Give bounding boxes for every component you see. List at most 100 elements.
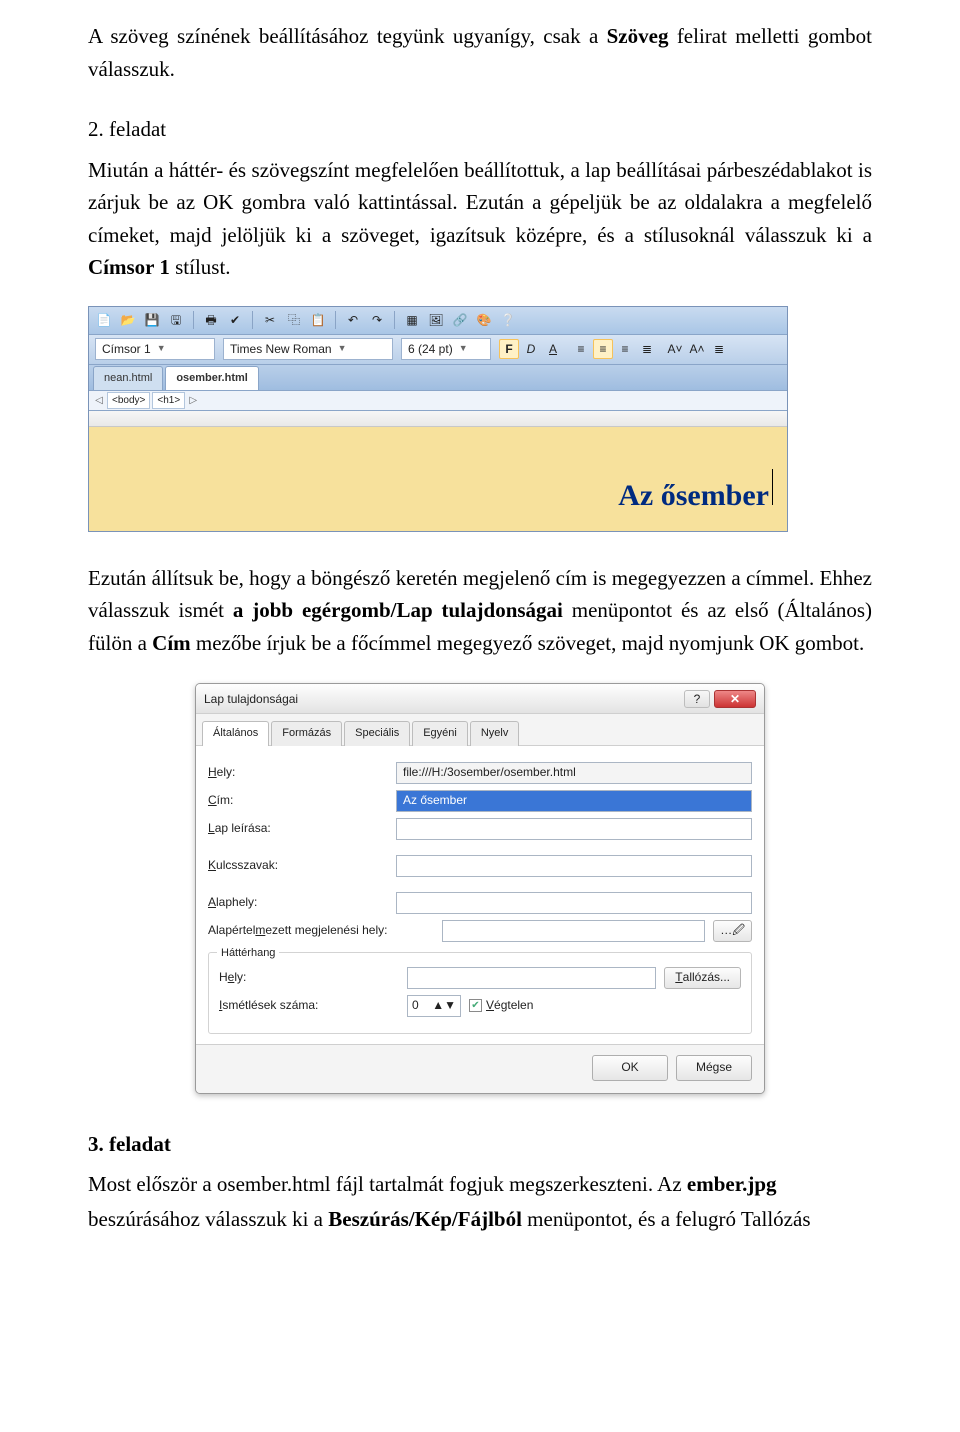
toolbar-separator: [335, 311, 336, 329]
tab-nean[interactable]: nean.html: [93, 366, 163, 390]
new-doc-icon[interactable]: 📄: [95, 311, 113, 329]
label-alapmegjelenesi: Alapértelmezett megjelenési hely:: [208, 921, 434, 940]
field-cim[interactable]: Az ősember: [396, 790, 752, 812]
label-kulcsszavak: Kulcsszavak:: [208, 856, 388, 875]
label-cim: Cím:: [208, 791, 388, 810]
bold-button[interactable]: F: [499, 339, 519, 359]
align-center-button[interactable]: ≡: [593, 339, 613, 359]
print-icon[interactable]: 🖶: [202, 311, 220, 329]
ok-button[interactable]: OK: [592, 1055, 668, 1081]
paragraph-1: A szöveg színének beállításához tegyünk …: [88, 20, 872, 85]
tab-osember[interactable]: osember.html: [165, 366, 259, 390]
label-hely2: Hely:: [219, 968, 399, 987]
align-right-button[interactable]: ≡: [615, 339, 635, 359]
style-value: Címsor 1: [102, 340, 151, 359]
help-sysbutton[interactable]: ?: [684, 690, 710, 708]
p2-end: stílust.: [170, 255, 231, 279]
tab-specialis[interactable]: Speciális: [344, 721, 410, 745]
dialog-title: Lap tulajdonságai: [204, 690, 680, 709]
format-button-group: F D A: [499, 339, 563, 359]
figure-editor-screenshot: 📄 📂 💾 🖫 🖶 ✔ ✂ ⿻ 📋 ↶ ↷ ▦ 🖼 🔗 🎨 ❔ Címsor 1…: [88, 306, 788, 532]
p5-end: menüpontot, és a felugró Tallózás: [522, 1207, 811, 1231]
crumb-right-arrow-icon[interactable]: ▷: [187, 393, 199, 409]
cancel-button[interactable]: Mégse: [676, 1055, 752, 1081]
paste-icon[interactable]: 📋: [309, 311, 327, 329]
cut-icon[interactable]: ✂: [261, 311, 279, 329]
image-icon[interactable]: 🖼: [427, 311, 445, 329]
toolbar-row-2: Címsor 1 ▼ Times New Roman ▼ 6 (24 pt)▼ F …: [89, 335, 787, 365]
font-grow-button[interactable]: A˄: [687, 339, 707, 359]
dialog-button-bar: OK Mégse: [196, 1044, 764, 1093]
open-icon[interactable]: 📂: [119, 311, 137, 329]
p2-text: Miután a háttér- és szövegszínt megfelel…: [88, 158, 872, 247]
color-icon[interactable]: 🎨: [475, 311, 493, 329]
copy-icon[interactable]: ⿻: [285, 311, 303, 329]
p1-bold: Szöveg: [607, 24, 669, 48]
field-alaphely[interactable]: [396, 892, 752, 914]
document-heading: Az ősember: [618, 473, 769, 520]
misc-button-group: A˅ A˄ ≣: [665, 339, 729, 359]
spinner-ismetlesek[interactable]: 0 ▲▼: [407, 995, 461, 1017]
align-button-group: ≡ ≡ ≡ ≣: [571, 339, 657, 359]
browse-field-button[interactable]: …🖉: [713, 920, 752, 942]
field-alapmegjelenesi[interactable]: [442, 920, 705, 942]
breadcrumb: ◁ <body> <h1> ▷: [89, 391, 787, 411]
editor-canvas[interactable]: Az ősember: [89, 411, 787, 531]
toolbar-separator: [394, 311, 395, 329]
tab-egyeni[interactable]: Egyéni: [412, 721, 468, 745]
spinner-value: 0: [412, 996, 419, 1015]
list-button[interactable]: ≣: [709, 339, 729, 359]
p3-end: mezőbe írjuk be a főcímmel megegyező szö…: [191, 631, 865, 655]
help-icon[interactable]: ❔: [499, 311, 517, 329]
p5-bold: Beszúrás/Kép/Fájlból: [328, 1207, 522, 1231]
fontsize-dropdown[interactable]: 6 (24 pt)▼: [401, 338, 491, 360]
checkbox-vegtelen[interactable]: ✔ Végtelen: [469, 996, 533, 1015]
document-tabs: nean.html osember.html: [89, 365, 787, 391]
heading-task-3: 3. feladat: [88, 1128, 872, 1161]
chevron-down-icon: ▼: [157, 342, 166, 356]
crumb-body[interactable]: <body>: [107, 392, 150, 410]
toolbar-row-1: 📄 📂 💾 🖫 🖶 ✔ ✂ ⿻ 📋 ↶ ↷ ▦ 🖼 🔗 🎨 ❔: [89, 307, 787, 335]
crumb-h1[interactable]: <h1>: [152, 392, 185, 410]
link-icon[interactable]: 🔗: [451, 311, 469, 329]
font-dropdown[interactable]: Times New Roman ▼: [223, 338, 393, 360]
tab-nyelv[interactable]: Nyelv: [470, 721, 520, 745]
label-lapleirasa: Lap leírása:: [208, 819, 388, 838]
align-left-button[interactable]: ≡: [571, 339, 591, 359]
tab-formazas[interactable]: Formázás: [271, 721, 342, 745]
field-hely2[interactable]: [407, 967, 656, 989]
chevron-down-icon: ▼: [459, 342, 468, 356]
field-lapleirasa[interactable]: [396, 818, 752, 840]
align-justify-button[interactable]: ≣: [637, 339, 657, 359]
field-kulcsszavak[interactable]: [396, 855, 752, 877]
style-dropdown[interactable]: Címsor 1 ▼: [95, 338, 215, 360]
group-hatterhang: Háttérhang Hely: Tallózás... Ismétlések …: [208, 952, 752, 1034]
p4-bold: ember.jpg: [687, 1172, 777, 1196]
check-icon: ✔: [469, 999, 482, 1012]
tab-altalanos[interactable]: Általános: [202, 721, 269, 745]
font-shrink-button[interactable]: A˅: [665, 339, 685, 359]
toolbar-separator: [252, 311, 253, 329]
spinner-arrows-icon[interactable]: ▲▼: [432, 996, 456, 1015]
group-label: Háttérhang: [217, 945, 279, 962]
close-sysbutton[interactable]: ✕: [714, 690, 756, 708]
italic-button[interactable]: D: [521, 339, 541, 359]
undo-icon[interactable]: ↶: [344, 311, 362, 329]
label-hely: Hely:: [208, 763, 388, 782]
save-as-icon[interactable]: 🖫: [167, 311, 185, 329]
dialog-tabs: Általános Formázás Speciális Egyéni Nyel…: [196, 714, 764, 745]
font-value: Times New Roman: [230, 340, 332, 359]
underline-button[interactable]: A: [543, 339, 563, 359]
browse-button[interactable]: Tallózás...: [664, 967, 741, 989]
p3-bold2: Cím: [152, 631, 191, 655]
spellcheck-icon[interactable]: ✔: [226, 311, 244, 329]
dialog-body: Hely: file:///H:/3osember/osember.html C…: [196, 746, 764, 1044]
chevron-down-icon: ▼: [338, 342, 347, 356]
crumb-left-arrow-icon[interactable]: ◁: [93, 393, 105, 409]
table-icon[interactable]: ▦: [403, 311, 421, 329]
save-icon[interactable]: 💾: [143, 311, 161, 329]
paragraph-5: beszúrásához válasszuk ki a Beszúrás/Kép…: [88, 1203, 872, 1236]
redo-icon[interactable]: ↷: [368, 311, 386, 329]
label-alaphely: Alaphely:: [208, 893, 388, 912]
ruler: [89, 411, 787, 427]
